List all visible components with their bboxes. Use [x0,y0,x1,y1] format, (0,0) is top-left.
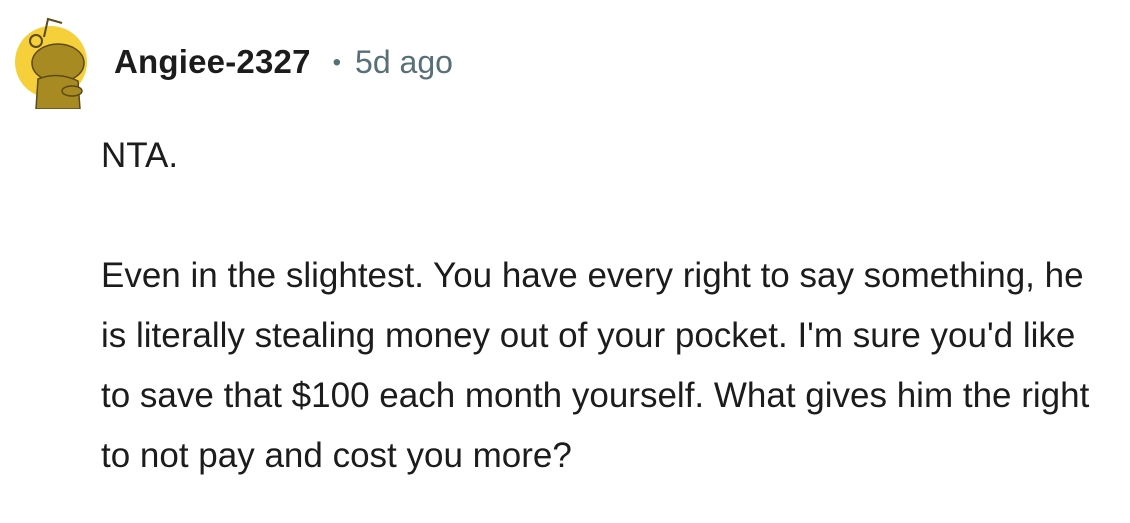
comment: Angiee-2327 • 5d ago NTA. Even in the sl… [0,0,1130,523]
avatar[interactable] [14,15,88,110]
comment-paragraph: Even in the slightest. You have every ri… [101,256,1090,475]
comment-paragraph: NTA. [101,136,179,175]
timestamp[interactable]: 5d ago [355,44,453,81]
comment-body: NTA. Even in the slightest. You have eve… [101,126,1111,486]
separator-dot: • [332,49,342,76]
username-link[interactable]: Angiee-2327 [114,43,311,81]
reddit-snoo-avatar-icon [15,17,87,110]
comment-header: Angiee-2327 • 5d ago [114,40,453,84]
